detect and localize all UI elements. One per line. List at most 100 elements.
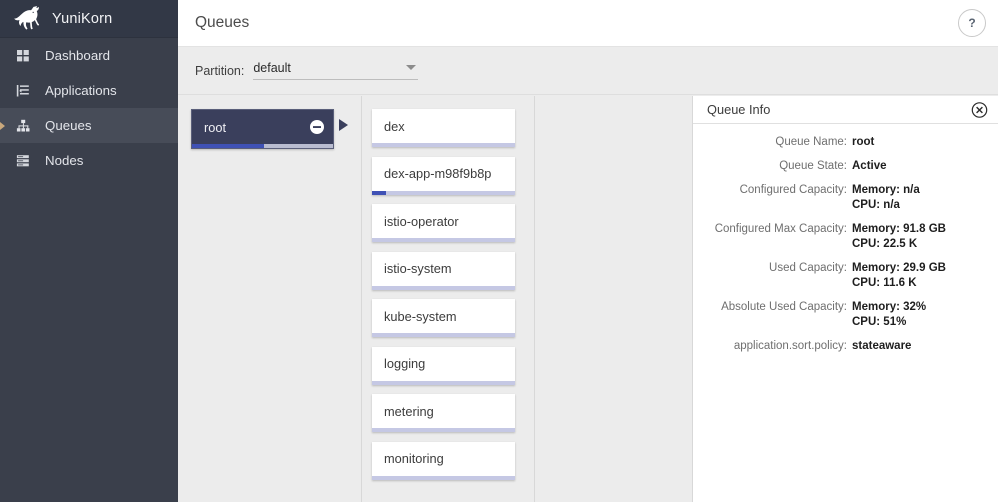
queue-info-value-line: Memory: n/a — [852, 184, 920, 196]
queue-usage-bar — [372, 143, 515, 147]
queue-card-monitoring[interactable]: monitoring — [372, 441, 515, 480]
unicorn-icon — [14, 5, 40, 30]
queue-info-value-line: Active — [852, 160, 887, 172]
sidebar-item-label: Applications — [45, 83, 117, 98]
sidebar: YuniKorn Dashboard Applications Queues N… — [0, 0, 178, 502]
queue-usage-bar — [372, 380, 515, 385]
queue-usage-bar — [372, 333, 515, 337]
queue-card-istio-operator[interactable]: istio-operator — [372, 204, 515, 242]
queue-info-value: stateaware — [852, 339, 911, 354]
root-queue-row: root — [178, 109, 361, 149]
main-content: Queues ? Partition: default root dex dex… — [178, 0, 998, 502]
top-bar: Queues ? — [178, 0, 998, 47]
queue-info-label: Queue State: — [779, 160, 847, 172]
queue-usage-bar — [372, 190, 515, 195]
sidebar-item-label: Queues — [45, 118, 92, 133]
queue-card-dex-app-m98f9b8p[interactable]: dex-app-m98f9b8p — [372, 156, 515, 195]
minus-circle-icon — [310, 120, 324, 134]
empty-queue-column — [535, 96, 693, 502]
queue-info-value-line: stateaware — [852, 340, 912, 352]
brand-header[interactable]: YuniKorn — [0, 0, 178, 38]
queue-info-value-line: CPU: 51% — [852, 316, 907, 328]
question-mark-icon: ? — [968, 16, 975, 30]
queue-card-label: logging — [384, 356, 426, 371]
app-root: YuniKorn Dashboard Applications Queues N… — [0, 0, 998, 502]
brand-title: YuniKorn — [52, 10, 113, 27]
queue-info-value-line: Memory: 32% — [852, 301, 927, 313]
sidebar-nav: Dashboard Applications Queues Nodes — [0, 38, 178, 178]
child-queue-item: metering — [362, 394, 534, 432]
queue-card-label: monitoring — [384, 451, 444, 466]
child-queue-list: dex dex-app-m98f9b8p istio-operator istio-s… — [362, 109, 534, 489]
child-queue-item: dex — [362, 109, 534, 147]
queue-info-panel: Queue Info Queue Name: root Queue State: Ac… — [693, 96, 998, 502]
queue-card-istio-system[interactable]: istio-system — [372, 251, 515, 290]
queue-card-logging[interactable]: logging — [372, 346, 515, 385]
queue-info-row: application.sort.policy: stateaware — [693, 339, 998, 354]
queue-card-label: dex-app-m98f9b8p — [384, 166, 492, 181]
queue-info-label: Configured Max Capacity: — [714, 223, 847, 235]
page-title: Queues — [195, 14, 250, 31]
svg-text:?: ? — [968, 16, 975, 30]
queue-info-row: Configured Capacity: Memory: n/a CPU: n/a — [693, 183, 998, 213]
partition-bar: Partition: default — [178, 47, 998, 95]
child-queue-item: dex-app-m98f9b8p — [362, 156, 534, 195]
queue-card-metering[interactable]: metering — [372, 394, 515, 432]
queue-info-row: Queue Name: root — [693, 135, 998, 150]
queue-card-kube-system[interactable]: kube-system — [372, 299, 515, 337]
sidebar-item-applications[interactable]: Applications — [0, 73, 178, 108]
queue-usage-bar — [372, 285, 515, 290]
queue-info-value-line: CPU: 22.5 K — [852, 238, 918, 250]
queue-info-row: Absolute Used Capacity: Memory: 32% CPU: 5… — [693, 300, 998, 330]
queue-info-header: Queue Info — [693, 96, 998, 124]
queue-info-value: Memory: 91.8 GB CPU: 22.5 K — [852, 222, 946, 252]
queue-card-label: kube-system — [384, 308, 457, 324]
queue-card-dex[interactable]: dex — [372, 109, 515, 147]
queue-info-row: Configured Max Capacity: Memory: 91.8 GB C… — [693, 222, 998, 252]
active-indicator-arrow-icon — [0, 121, 5, 130]
partition-select[interactable]: default — [253, 61, 419, 80]
queue-info-value-line: root — [852, 136, 875, 148]
help-button[interactable]: ? — [958, 9, 986, 37]
queue-info-row: Used Capacity: Memory: 29.9 GB CPU: 11.6 K — [693, 261, 998, 291]
queue-card-label: istio-system — [384, 261, 452, 276]
collapse-queue-button[interactable] — [309, 119, 325, 135]
queue-info-row: Queue State: Active — [693, 159, 998, 174]
queue-info-label: Absolute Used Capacity: — [721, 301, 847, 313]
sidebar-item-label: Dashboard — [45, 48, 111, 63]
child-queue-item: monitoring — [362, 441, 534, 480]
close-circle-icon — [971, 101, 988, 118]
child-queue-item: kube-system — [362, 299, 534, 337]
close-panel-button[interactable] — [971, 101, 988, 118]
dashboard-grid-icon — [17, 49, 29, 61]
queue-info-value: Memory: 29.9 GB CPU: 11.6 K — [852, 261, 946, 291]
chevron-down-icon — [406, 65, 417, 70]
queue-info-value: Active — [852, 159, 887, 174]
sidebar-item-dashboard[interactable]: Dashboard — [0, 38, 178, 73]
queue-usage-bar — [192, 144, 333, 148]
queue-usage-bar — [372, 428, 515, 432]
nodes-stack-icon — [16, 154, 29, 166]
sidebar-item-label: Nodes — [45, 153, 84, 168]
queue-usage-bar — [372, 238, 515, 242]
queue-card-label: dex — [384, 118, 405, 134]
queue-card-label: istio-operator — [384, 213, 459, 229]
sidebar-item-queues[interactable]: Queues — [0, 108, 178, 143]
applications-list-icon — [16, 84, 29, 96]
queue-card-label: metering — [384, 403, 434, 419]
child-queue-item: logging — [362, 346, 534, 385]
queue-info-body: Queue Name: root Queue State: Active Configu… — [693, 124, 998, 354]
queue-usage-fill — [372, 190, 387, 195]
queue-info-label: Queue Name: — [775, 136, 847, 148]
sidebar-item-nodes[interactable]: Nodes — [0, 143, 178, 178]
queue-info-value: Memory: n/a CPU: n/a — [852, 183, 920, 213]
queue-info-value: Memory: 32% CPU: 51% — [852, 300, 926, 330]
child-queue-item: istio-system — [362, 251, 534, 290]
queue-info-value-line: CPU: n/a — [852, 199, 900, 211]
queue-card-root[interactable]: root — [191, 109, 334, 149]
queue-usage-bar — [372, 475, 515, 480]
child-queue-column: dex dex-app-m98f9b8p istio-operator istio-s… — [362, 96, 535, 502]
queue-info-value-line: Memory: 29.9 GB — [852, 262, 946, 274]
triangle-right-icon[interactable] — [339, 119, 348, 131]
root-queue-column: root — [178, 96, 362, 502]
